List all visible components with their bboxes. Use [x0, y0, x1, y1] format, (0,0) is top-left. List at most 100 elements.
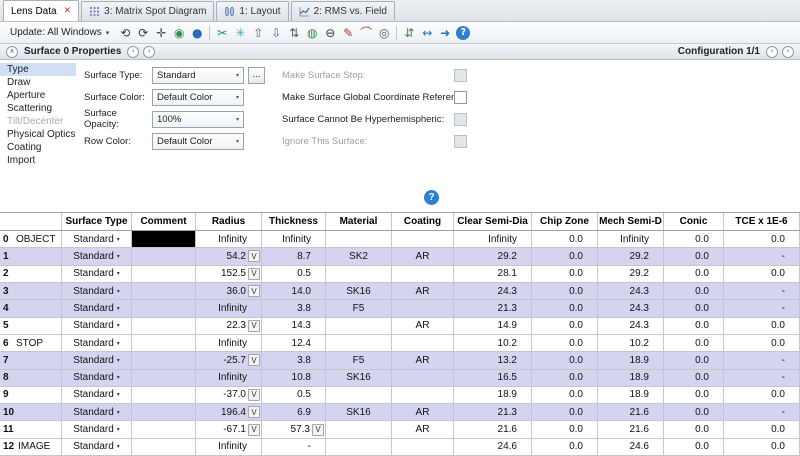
lde-cell[interactable]: 0.0: [532, 231, 598, 248]
lde-cell[interactable]: 0.0: [724, 421, 800, 438]
lde-cell[interactable]: 152.5V: [196, 266, 262, 283]
spot-icon[interactable]: ✳: [231, 24, 249, 42]
lde-cell[interactable]: -67.1V: [196, 421, 262, 438]
lde-cell[interactable]: 0.0: [664, 421, 724, 438]
lde-cell[interactable]: -: [724, 370, 800, 387]
column-header[interactable]: Surface Type: [62, 213, 132, 230]
lde-cell[interactable]: 8.7: [262, 248, 326, 265]
coating-cell[interactable]: [392, 300, 454, 317]
row-color-select[interactable]: Default Color ▾: [152, 133, 244, 150]
lde-cell[interactable]: 0.0: [532, 370, 598, 387]
properties-nav-import[interactable]: Import: [0, 154, 76, 167]
solve-flag-indicator[interactable]: V: [248, 320, 260, 332]
lde-cell[interactable]: 0.0: [532, 439, 598, 456]
material-cell[interactable]: [326, 318, 392, 335]
material-cell[interactable]: SK16: [326, 404, 392, 421]
material-cell[interactable]: SK2: [326, 248, 392, 265]
lde-cell[interactable]: 18.9: [454, 387, 532, 404]
arrow-down-icon[interactable]: ⇩: [267, 24, 285, 42]
surface-type-cell[interactable]: Standard▾: [62, 266, 132, 283]
visibility-icon[interactable]: ◎: [375, 24, 393, 42]
lde-cell[interactable]: 0.0: [724, 266, 800, 283]
surface-type-cell[interactable]: Standard▾: [62, 421, 132, 438]
sync-icon[interactable]: ⇵: [400, 24, 418, 42]
lde-cell[interactable]: 22.3V: [196, 318, 262, 335]
globe-icon[interactable]: ◉: [170, 24, 188, 42]
lde-cell[interactable]: 0.0: [532, 248, 598, 265]
lde-cell[interactable]: -: [724, 248, 800, 265]
lde-cell[interactable]: Infinity: [196, 370, 262, 387]
solve-flag-indicator[interactable]: V: [248, 354, 260, 366]
lde-cell[interactable]: 0.0: [724, 231, 800, 248]
material-cell[interactable]: [326, 421, 392, 438]
close-icon[interactable]: ✕: [64, 6, 72, 16]
lde-cell[interactable]: 0.0: [664, 300, 724, 317]
surface-type-cell[interactable]: Standard▾: [62, 248, 132, 265]
comment-cell[interactable]: [132, 335, 196, 352]
properties-nav-type[interactable]: Type: [0, 63, 76, 76]
lde-cell[interactable]: 10.2: [454, 335, 532, 352]
lde-cell[interactable]: 24.6: [598, 439, 664, 456]
material-cell[interactable]: F5: [326, 300, 392, 317]
lde-cell[interactable]: 0.0: [664, 352, 724, 369]
comment-cell[interactable]: [132, 387, 196, 404]
column-header[interactable]: TCE x 1E-6: [724, 213, 800, 230]
lde-cell[interactable]: 29.2: [454, 248, 532, 265]
lde-cell[interactable]: 21.6: [598, 404, 664, 421]
properties-nav-physical-optics[interactable]: Physical Optics: [0, 128, 76, 141]
lde-cell[interactable]: 0.0: [532, 387, 598, 404]
lde-cell[interactable]: 24.3: [454, 283, 532, 300]
comment-cell[interactable]: [132, 318, 196, 335]
help-icon[interactable]: ?: [424, 190, 439, 205]
lde-cell[interactable]: 54.2V: [196, 248, 262, 265]
lde-cell[interactable]: 12.4: [262, 335, 326, 352]
lde-cell[interactable]: 18.9: [598, 387, 664, 404]
comment-cell[interactable]: [132, 421, 196, 438]
lde-cell[interactable]: 0.0: [664, 318, 724, 335]
lde-cell[interactable]: 0.5: [262, 266, 326, 283]
tab-rms-vs-field[interactable]: 2: RMS vs. Field: [291, 1, 395, 21]
next-configuration-button[interactable]: ›: [782, 46, 794, 58]
lde-cell[interactable]: 14.3: [262, 318, 326, 335]
lde-cell[interactable]: 57.3V: [262, 421, 326, 438]
row-header-cell[interactable]: 8: [0, 370, 62, 387]
lde-cell[interactable]: 10.8: [262, 370, 326, 387]
surface-type-cell[interactable]: Standard▾: [62, 352, 132, 369]
coating-cell[interactable]: AR: [392, 404, 454, 421]
lde-cell[interactable]: 0.0: [724, 387, 800, 404]
solve-flag-indicator[interactable]: V: [312, 424, 324, 436]
surface-type-cell[interactable]: Standard▾: [62, 370, 132, 387]
lde-cell[interactable]: 24.6: [454, 439, 532, 456]
lde-cell[interactable]: 10.2: [598, 335, 664, 352]
lde-cell[interactable]: Infinity: [196, 231, 262, 248]
row-header-cell[interactable]: 5: [0, 318, 62, 335]
lde-cell[interactable]: 21.6: [598, 421, 664, 438]
comment-cell[interactable]: [132, 370, 196, 387]
comment-cell[interactable]: [132, 231, 196, 248]
row-header-cell[interactable]: 1: [0, 248, 62, 265]
coating-cell[interactable]: [392, 231, 454, 248]
lde-cell[interactable]: 0.0: [724, 439, 800, 456]
tab-lens-data[interactable]: Lens Data ✕: [3, 0, 79, 21]
lde-cell[interactable]: 21.3: [454, 300, 532, 317]
lde-cell[interactable]: Infinity: [196, 300, 262, 317]
edit-icon[interactable]: ✎: [339, 24, 357, 42]
lde-cell[interactable]: 14.9: [454, 318, 532, 335]
lde-cell[interactable]: 13.2: [454, 352, 532, 369]
column-header[interactable]: Thickness: [262, 213, 326, 230]
browse-button[interactable]: ...: [248, 67, 265, 84]
solve-flag-indicator[interactable]: V: [248, 285, 260, 297]
column-header[interactable]: Chip Zone: [532, 213, 598, 230]
surface-type-cell[interactable]: Standard▾: [62, 283, 132, 300]
coating-cell[interactable]: AR: [392, 421, 454, 438]
tab-matrix-spot-diagram[interactable]: 3: Matrix Spot Diagram: [81, 1, 214, 21]
comment-cell[interactable]: [132, 300, 196, 317]
surface-type-select[interactable]: Standard ▾: [152, 67, 244, 84]
properties-nav-tilt-decenter[interactable]: Tilt/Decenter: [0, 115, 76, 128]
tab-layout[interactable]: 1: Layout: [216, 1, 288, 21]
lde-cell[interactable]: 0.0: [724, 335, 800, 352]
surface-type-cell[interactable]: Standard▾: [62, 335, 132, 352]
coating-cell[interactable]: [392, 335, 454, 352]
lde-cell[interactable]: 0.0: [532, 318, 598, 335]
column-header[interactable]: Conic: [664, 213, 724, 230]
